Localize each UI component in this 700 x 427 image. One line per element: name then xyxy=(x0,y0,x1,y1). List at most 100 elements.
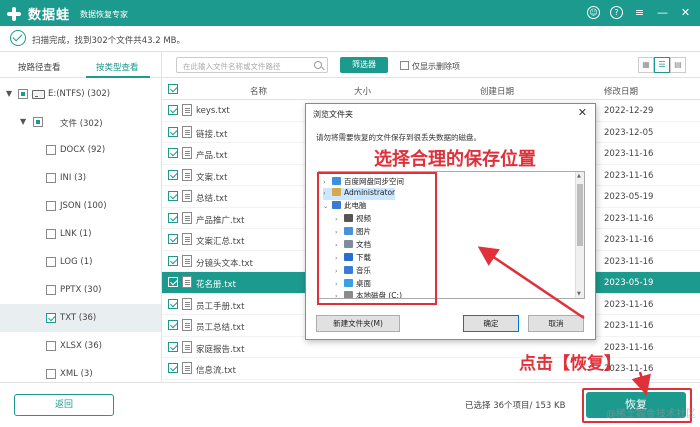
row-checkbox[interactable] xyxy=(168,191,178,201)
column-size[interactable]: 大小 xyxy=(354,85,371,97)
row-checkbox[interactable] xyxy=(168,255,178,266)
file-modified: 2023-05-19 xyxy=(604,192,654,202)
type-checkbox[interactable] xyxy=(46,341,56,351)
row-checkbox[interactable] xyxy=(168,105,178,115)
scroll-down-icon[interactable]: ▼ xyxy=(577,291,581,297)
row-checkbox[interactable] xyxy=(168,277,178,287)
list-view-icon[interactable]: ☰ xyxy=(654,57,670,73)
type-checkbox[interactable] xyxy=(46,229,56,239)
type-checkbox[interactable] xyxy=(46,257,56,267)
dialog-description: 请勿将需要恢复的文件保存到很丢失数据的磁盘。 xyxy=(316,133,481,142)
file-name: 链接.txt xyxy=(196,129,228,140)
cancel-button[interactable]: 取消 xyxy=(528,315,584,332)
dialog-title: 浏览文件夹 xyxy=(313,110,353,119)
search-icon[interactable] xyxy=(314,61,322,69)
check-circle-icon xyxy=(10,30,26,46)
tree-row-type[interactable]: TXT (36) xyxy=(0,304,161,332)
column-modified[interactable]: 修改日期 xyxy=(604,85,638,97)
tree-row-type[interactable]: XLSX (36) xyxy=(0,332,161,360)
back-button[interactable]: 返回 xyxy=(14,394,114,416)
annotation-click-recover: 点击【恢复】 xyxy=(519,354,621,374)
tree-row-type[interactable]: JSON (100) xyxy=(0,192,161,220)
file-name: 总结.txt xyxy=(196,194,228,204)
txt-file-icon xyxy=(182,168,192,181)
watermark: @稀土掘金技术社区 xyxy=(606,409,696,420)
menu-icon[interactable]: ≡ xyxy=(633,6,646,19)
tree-row-folder[interactable]: ▼ 文件 (302) xyxy=(0,108,161,136)
type-label: PPTX (30) xyxy=(60,285,102,295)
type-label: LNK (1) xyxy=(60,229,92,239)
txt-file-icon xyxy=(182,104,192,116)
type-checkbox[interactable] xyxy=(46,285,56,295)
scroll-up-icon[interactable]: ▲ xyxy=(577,173,581,179)
row-checkbox[interactable] xyxy=(168,148,178,158)
logo-icon xyxy=(6,6,22,22)
file-modified: 2022-12-29 xyxy=(604,106,654,116)
detail-view-icon[interactable]: ▤ xyxy=(670,57,686,73)
txt-file-icon xyxy=(182,340,192,353)
row-checkbox[interactable] xyxy=(168,212,178,223)
row-checkbox[interactable] xyxy=(168,298,178,309)
new-folder-button[interactable]: 新建文件夹(M) xyxy=(316,315,400,332)
column-name[interactable]: 名称 xyxy=(250,85,267,97)
drive-icon xyxy=(32,90,45,99)
file-name: 员工总结.txt xyxy=(196,323,245,333)
type-label: XML (3) xyxy=(60,369,93,379)
row-checkbox[interactable] xyxy=(168,169,178,180)
collapse-arrow-icon[interactable]: ▼ xyxy=(20,117,26,126)
column-created[interactable]: 创建日期 xyxy=(480,85,514,97)
tab-by-path[interactable]: 按路径查看 xyxy=(18,61,61,73)
txt-file-icon xyxy=(182,233,192,245)
app-logo: 数据蛙 数据恢复专家 xyxy=(6,4,128,23)
folder-label: 文件 (302) xyxy=(60,119,103,129)
txt-file-icon xyxy=(182,319,192,331)
filter-button[interactable]: 筛选器 xyxy=(340,57,388,73)
type-checkbox[interactable] xyxy=(46,201,56,211)
type-checkbox[interactable] xyxy=(46,369,56,379)
search-input[interactable]: 在此输入文件名称或文件路径 xyxy=(176,57,328,73)
type-checkbox[interactable] xyxy=(46,313,56,323)
app-subtitle: 数据恢复专家 xyxy=(80,10,129,19)
dialog-close-icon[interactable]: ✕ xyxy=(578,106,587,119)
app-name: 数据蛙 xyxy=(28,8,71,23)
drive-label: E:(NTFS) (302) xyxy=(48,89,111,99)
file-name: 家庭报告.txt xyxy=(196,344,245,355)
tab-by-type[interactable]: 按类型查看 xyxy=(96,61,139,73)
scroll-thumb[interactable] xyxy=(577,184,583,246)
tree-row-type[interactable]: PPTX (30) xyxy=(0,276,161,304)
tree-row-drive[interactable]: ▼ E:(NTFS) (302) xyxy=(0,80,161,108)
tree-row-type[interactable]: INI (3) xyxy=(0,164,161,192)
user-icon[interactable]: ☺ xyxy=(587,6,600,19)
folder-tree-scrollbar[interactable]: ▲ ▼ xyxy=(575,172,584,298)
file-name: 产品推广.txt xyxy=(196,215,245,226)
type-checkbox[interactable] xyxy=(46,173,56,183)
file-name: 信息流.txt xyxy=(196,366,236,376)
ok-button[interactable]: 确定 xyxy=(463,315,519,332)
drive-checkbox[interactable] xyxy=(18,89,28,99)
folder-checkbox[interactable] xyxy=(33,117,43,127)
tree-row-type[interactable]: LNK (1) xyxy=(0,220,161,248)
row-checkbox[interactable] xyxy=(168,341,178,352)
show-deleted-only-toggle[interactable]: 仅显示删除项 xyxy=(400,61,460,72)
file-name: keys.txt xyxy=(196,106,230,116)
row-checkbox[interactable] xyxy=(168,320,178,330)
txt-file-icon xyxy=(182,125,192,138)
show-deleted-checkbox[interactable] xyxy=(400,61,409,70)
select-all-checkbox[interactable] xyxy=(168,84,178,94)
collapse-arrow-icon[interactable]: ▼ xyxy=(6,89,12,98)
search-placeholder: 在此输入文件名称或文件路径 xyxy=(183,62,281,71)
row-checkbox[interactable] xyxy=(168,363,178,373)
tree-row-type[interactable]: LOG (1) xyxy=(0,248,161,276)
minimize-icon[interactable]: — xyxy=(656,6,669,19)
toolbar: 在此输入文件名称或文件路径 筛选器 仅显示删除项 ▦ ☰ ▤ xyxy=(162,52,700,78)
type-label: LOG (1) xyxy=(60,257,93,267)
grid-view-icon[interactable]: ▦ xyxy=(638,57,654,73)
txt-file-icon xyxy=(182,190,192,202)
type-checkbox[interactable] xyxy=(46,145,56,155)
close-icon[interactable]: ✕ xyxy=(679,6,692,19)
tree-row-type[interactable]: DOCX (92) xyxy=(0,136,161,164)
type-label: JSON (100) xyxy=(60,201,107,211)
row-checkbox[interactable] xyxy=(168,126,178,137)
row-checkbox[interactable] xyxy=(168,234,178,244)
help-icon[interactable]: ? xyxy=(610,6,623,19)
